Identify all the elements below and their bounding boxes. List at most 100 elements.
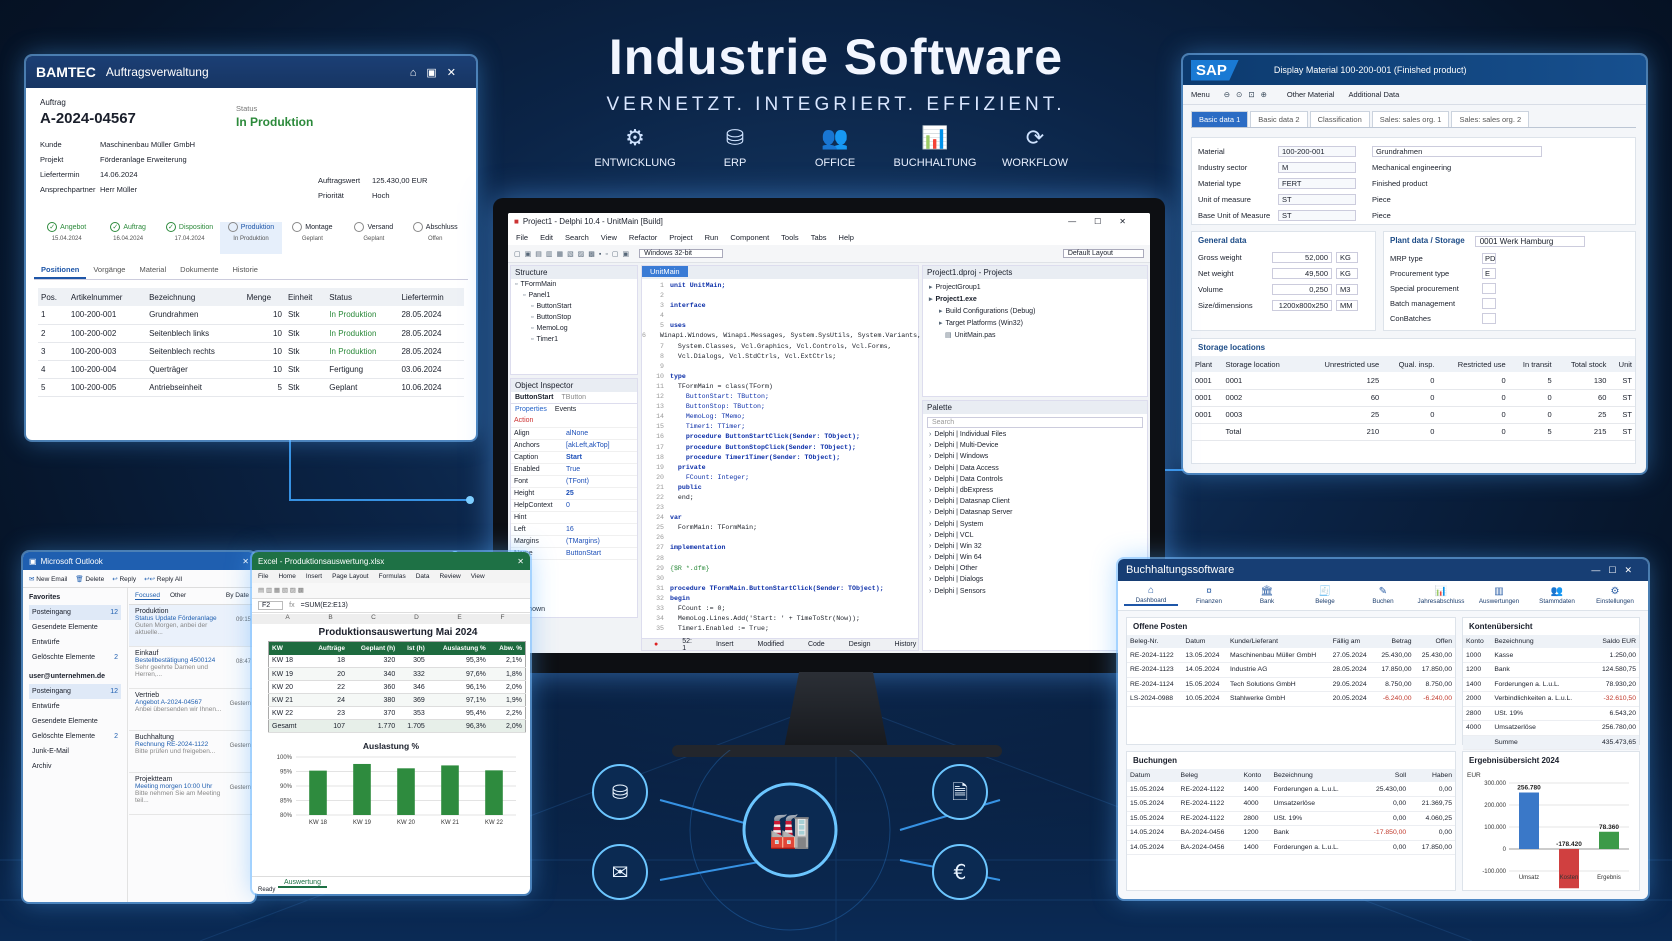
- editor-mode-tab[interactable]: Code: [808, 641, 825, 648]
- code-line[interactable]: implementation: [670, 543, 725, 553]
- table-row[interactable]: KW 22 23 370 353 95,4% 2,2%: [268, 707, 526, 720]
- step-1[interactable]: ✓ Auftrag 16.04.2024: [97, 222, 158, 254]
- code-line[interactable]: {$R *.dfm}: [670, 564, 710, 574]
- palette-category[interactable]: Delphi | System: [934, 521, 983, 528]
- code-line[interactable]: interface: [670, 301, 706, 311]
- nav-item-0[interactable]: ⌂ Dashboard: [1124, 585, 1178, 606]
- nav-item-3[interactable]: 🧾 Belege: [1298, 586, 1352, 605]
- tree-node[interactable]: ButtonStop: [536, 314, 571, 321]
- tab-historie[interactable]: Historie: [226, 262, 265, 277]
- step-5[interactable]: Versand Geplant: [343, 222, 404, 254]
- menu-item[interactable]: Search: [565, 233, 589, 242]
- code-line[interactable]: end;: [670, 493, 694, 503]
- code-line[interactable]: Timer1.Enabled := True;: [670, 624, 769, 634]
- field-value[interactable]: M: [1278, 161, 1356, 173]
- menu-item[interactable]: Edit: [540, 233, 553, 242]
- table-row[interactable]: 0001 0001 125 0 0 5 130 ST: [1192, 372, 1635, 389]
- palette-category[interactable]: Delphi | Win 32: [934, 543, 981, 550]
- folder-item[interactable]: Gesendete Elemente: [29, 714, 121, 729]
- code-line[interactable]: unit UnitMain;: [670, 281, 725, 291]
- table-row[interactable]: 4 100-200-004 Querträger 10 Stk Fertigung 03.0…: [38, 360, 464, 378]
- window-controls[interactable]: ⌂▣✕: [410, 66, 466, 79]
- code-line[interactable]: FCount: Integer;: [670, 473, 749, 483]
- palette-category[interactable]: Delphi | Other: [934, 565, 977, 572]
- code-line[interactable]: private: [670, 463, 706, 473]
- table-row[interactable]: LS-2024-0988 10.05.2024 Stahlwerke GmbH 20.…: [1127, 692, 1455, 706]
- tree-node[interactable]: TFormMain: [520, 281, 556, 288]
- table-row[interactable]: Summe 435.473,65: [1463, 735, 1639, 750]
- menu-item[interactable]: Component: [730, 233, 769, 242]
- toolbar-button-0[interactable]: ✉ New Email: [29, 575, 67, 583]
- table-row[interactable]: 15.05.2024 RE-2024-1122 4000 Umsatzerlöse 0,…: [1127, 797, 1455, 811]
- editor-tab[interactable]: UnitMain: [642, 266, 688, 277]
- property-row[interactable]: Height 25: [511, 487, 637, 499]
- property-row[interactable]: Left 16: [511, 523, 637, 535]
- menu-item[interactable]: Help: [839, 233, 854, 242]
- table-row[interactable]: 2800 USt. 19% 6.543,20: [1463, 706, 1639, 721]
- property-row[interactable]: Margins (TMargins): [511, 535, 637, 547]
- field-value[interactable]: 49,500: [1272, 267, 1332, 279]
- events-tab[interactable]: Events: [555, 406, 576, 413]
- nav-item-8[interactable]: ⚙ Einstellungen: [1588, 586, 1642, 605]
- palette-category[interactable]: Delphi | dbExpress: [934, 487, 993, 494]
- project-node[interactable]: Build Configurations (Debug): [946, 308, 1036, 315]
- ribbon-toolbar[interactable]: ▤ ▥ ▦ ▧ ▨ ▩: [252, 583, 530, 599]
- code-line[interactable]: begin: [670, 594, 690, 604]
- table-row[interactable]: KW 18 18 320 305 95,3% 2,1%: [268, 655, 526, 668]
- menu-item[interactable]: Project: [669, 233, 692, 242]
- table-row[interactable]: KW 20 22 360 346 96,1% 2,0%: [268, 681, 526, 694]
- nav-item-2[interactable]: 🏛 Bank: [1240, 586, 1294, 605]
- tab-dokumente[interactable]: Dokumente: [173, 262, 225, 277]
- tab-1[interactable]: Basic data 2: [1250, 111, 1308, 127]
- palette-category[interactable]: Delphi | Datasnap Client: [934, 498, 1009, 505]
- editor-mode-tab[interactable]: History: [894, 641, 916, 648]
- field-value[interactable]: 1200x800x250: [1272, 299, 1332, 311]
- folder-item[interactable]: Junk-E-Mail: [29, 744, 121, 759]
- field-value[interactable]: 100-200-001: [1278, 145, 1356, 157]
- table-row[interactable]: 15.05.2024 RE-2024-1122 2800 USt. 19% 0,00 4.…: [1127, 811, 1455, 826]
- field-value[interactable]: ST: [1278, 209, 1356, 221]
- field-value[interactable]: PD: [1482, 253, 1496, 264]
- ribbon-tab[interactable]: Data: [416, 573, 430, 580]
- code-line[interactable]: MemoLog.Lines.Add('Start: ' + TimeToStr(…: [670, 614, 860, 624]
- table-row[interactable]: 4000 Umsatzerlöse 256.780,00: [1463, 721, 1639, 735]
- folder-item[interactable]: Posteingang 12: [29, 684, 121, 699]
- step-4[interactable]: Montage Geplant: [282, 222, 343, 254]
- code-line[interactable]: uses: [670, 321, 686, 331]
- palette-category[interactable]: Delphi | Windows: [934, 453, 988, 460]
- table-row[interactable]: 5 100-200-005 Antriebseinheit 5 Stk Geplant 10…: [38, 378, 464, 396]
- mail-item[interactable]: Produktion Status Update Förderanlage Gute…: [129, 605, 255, 647]
- field-value[interactable]: [1482, 313, 1496, 324]
- toolbar-button-2[interactable]: ↩ Reply: [112, 575, 136, 583]
- code-line[interactable]: type: [670, 372, 686, 382]
- ribbon-tab[interactable]: View: [471, 573, 485, 580]
- palette-category[interactable]: Delphi | Dialogs: [934, 576, 983, 583]
- folder-item[interactable]: Gesendete Elemente: [29, 620, 121, 635]
- tab-4[interactable]: Sales: sales org. 2: [1451, 111, 1530, 127]
- formula-bar[interactable]: =SUM(E2:E13): [301, 602, 348, 609]
- table-row[interactable]: RE-2024-1122 13.05.2024 Maschinenbau Mülle…: [1127, 648, 1455, 663]
- table-row[interactable]: KW 21 24 380 369 97,1% 1,9%: [268, 693, 526, 707]
- project-node[interactable]: ProjectGroup1: [936, 284, 981, 291]
- field-value[interactable]: ST: [1278, 193, 1356, 205]
- step-2[interactable]: ✓ Disposition 17.04.2024: [159, 222, 220, 254]
- tree-node[interactable]: MemoLog: [536, 325, 567, 332]
- additional-data-button[interactable]: Additional Data: [1348, 90, 1399, 99]
- palette-category[interactable]: Delphi | VCL: [934, 532, 973, 539]
- toolbar-icons[interactable]: ▢▣▤▥▦▧▨▩▪▫▢▣: [514, 250, 633, 258]
- folder-item[interactable]: Archiv: [29, 759, 121, 774]
- mail-item[interactable]: Projektteam Meeting morgen 10:00 Uhr Bitte…: [129, 773, 255, 815]
- code-line[interactable]: procedure TFormMain.ButtonStartClick(Sen…: [670, 584, 884, 594]
- field-value[interactable]: 52,000: [1272, 251, 1332, 263]
- ribbon-tab[interactable]: Page Layout: [332, 573, 369, 580]
- tree-node[interactable]: Timer1: [536, 336, 558, 343]
- window-controls[interactable]: —☐✕: [1068, 217, 1144, 226]
- project-node[interactable]: Target Platforms (Win32): [946, 320, 1023, 327]
- code-line[interactable]: procedure ButtonStopClick(Sender: TObjec…: [670, 443, 856, 453]
- mail-item[interactable]: Buchhaltung Rechnung RE-2024-1122 Bitte pr…: [129, 731, 255, 773]
- code-line[interactable]: procedure ButtonStartClick(Sender: TObje…: [670, 432, 860, 442]
- ribbon-tab[interactable]: Insert: [306, 573, 322, 580]
- other-material-button[interactable]: Other Material: [1287, 90, 1335, 99]
- code-line[interactable]: Vcl.Dialogs, Vcl.StdCtrls, Vcl.ExtCtrls;: [670, 352, 836, 362]
- palette-category[interactable]: Delphi | Individual Files: [934, 431, 1006, 438]
